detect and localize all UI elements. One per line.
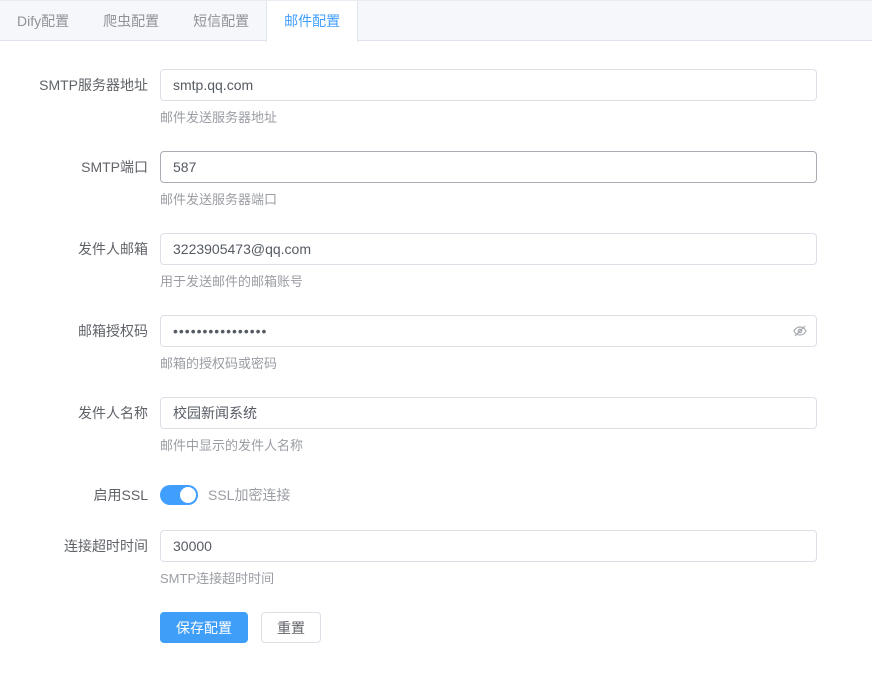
smtp-host-input[interactable] bbox=[160, 69, 817, 101]
auth-code-hint: 邮箱的授权码或密码 bbox=[160, 355, 872, 373]
smtp-port-input[interactable] bbox=[160, 151, 817, 183]
ssl-label: 启用SSL bbox=[0, 479, 148, 511]
auth-code-label: 邮箱授权码 bbox=[0, 315, 148, 347]
sender-name-hint: 邮件中显示的发件人名称 bbox=[160, 437, 872, 455]
smtp-host-hint: 邮件发送服务器地址 bbox=[160, 109, 872, 127]
form-item-smtp-host: SMTP服务器地址 邮件发送服务器地址 bbox=[0, 69, 872, 127]
form-item-auth-code: 邮箱授权码 邮箱的授权码或密码 bbox=[0, 315, 872, 373]
timeout-hint: SMTP连接超时时间 bbox=[160, 570, 872, 588]
sender-email-label: 发件人邮箱 bbox=[0, 233, 148, 265]
reset-button[interactable]: 重置 bbox=[261, 612, 321, 643]
ssl-switch[interactable] bbox=[160, 485, 198, 505]
form-item-smtp-port: SMTP端口 邮件发送服务器端口 bbox=[0, 151, 872, 209]
form-item-sender-email: 发件人邮箱 用于发送邮件的邮箱账号 bbox=[0, 233, 872, 291]
tab-dify-config[interactable]: Dify配置 bbox=[0, 1, 86, 41]
form-item-sender-name: 发件人名称 邮件中显示的发件人名称 bbox=[0, 397, 872, 455]
sender-name-input[interactable] bbox=[160, 397, 817, 429]
tab-sms-config[interactable]: 短信配置 bbox=[176, 1, 266, 41]
hide-password-eye-icon[interactable] bbox=[792, 323, 808, 339]
smtp-host-label: SMTP服务器地址 bbox=[0, 69, 148, 101]
email-config-form: SMTP服务器地址 邮件发送服务器地址 SMTP端口 邮件发送服务器端口 发件人… bbox=[0, 41, 872, 643]
ssl-switch-text: SSL加密连接 bbox=[208, 485, 290, 505]
config-tabs-header: Dify配置 爬虫配置 短信配置 邮件配置 bbox=[0, 0, 872, 41]
smtp-port-label: SMTP端口 bbox=[0, 151, 148, 183]
form-item-timeout: 连接超时时间 SMTP连接超时时间 bbox=[0, 530, 872, 588]
auth-code-input[interactable] bbox=[160, 315, 817, 347]
sender-name-label: 发件人名称 bbox=[0, 397, 148, 429]
timeout-input[interactable] bbox=[160, 530, 817, 562]
smtp-port-hint: 邮件发送服务器端口 bbox=[160, 191, 872, 209]
sender-email-input[interactable] bbox=[160, 233, 817, 265]
form-actions: 保存配置 重置 bbox=[160, 612, 872, 643]
tab-email-config[interactable]: 邮件配置 bbox=[266, 1, 358, 42]
ssl-switch-knob bbox=[180, 487, 196, 503]
timeout-label: 连接超时时间 bbox=[0, 530, 148, 562]
form-item-ssl: 启用SSL SSL加密连接 bbox=[0, 479, 872, 511]
save-config-button[interactable]: 保存配置 bbox=[160, 612, 248, 643]
sender-email-hint: 用于发送邮件的邮箱账号 bbox=[160, 273, 872, 291]
tab-crawler-config[interactable]: 爬虫配置 bbox=[86, 1, 176, 41]
